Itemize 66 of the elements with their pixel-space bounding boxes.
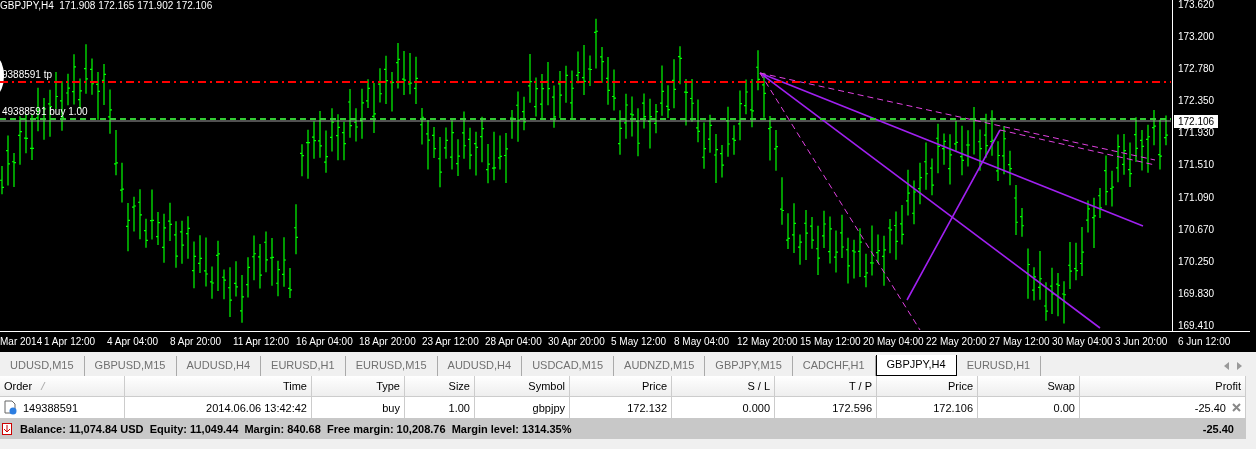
- column-header[interactable]: Profit: [1080, 376, 1246, 397]
- column-header[interactable]: Type: [312, 376, 405, 397]
- total-profit: -25.40: [1202, 422, 1234, 435]
- column-header[interactable]: S / L: [672, 376, 775, 397]
- time-axis-label: 22 May 20:00: [926, 336, 987, 350]
- price-axis-label: 172.350: [1178, 96, 1216, 107]
- column-header[interactable]: Price: [570, 376, 672, 397]
- time-axis-label: 20 May 04:00: [863, 336, 924, 350]
- column-header[interactable]: Price: [877, 376, 978, 397]
- time-axis-label: 18 Apr 20:00: [359, 336, 416, 350]
- time-axis-label: 27 May 12:00: [989, 336, 1050, 350]
- price-axis-label: 170.250: [1178, 256, 1216, 267]
- time-axis-label: 30 Apr 20:00: [548, 336, 605, 350]
- column-header[interactable]: Order: [0, 376, 125, 397]
- price-axis-label: 171.510: [1178, 160, 1216, 171]
- price-axis-label: 169.410: [1178, 320, 1216, 331]
- time-axis-label: 6 Jun 12:00: [1178, 336, 1231, 350]
- cell-text: 1.00: [448, 401, 470, 414]
- cell-text: 0.00: [1053, 401, 1075, 414]
- cell-text: 2014.06.06 13:42:42: [206, 401, 307, 414]
- column-header[interactable]: Swap: [978, 376, 1080, 397]
- account-summary-text: Balance: 11,074.84 USD Equity: 11,049.44 Margin: 840.68 Free margin: 10,208.76 Margin level: 1314.35%: [20, 422, 572, 435]
- time-axis-label: 4 Apr 04:00: [107, 336, 159, 350]
- column-header[interactable]: Time: [125, 376, 312, 397]
- chart-tab[interactable]: GBPJPY,H4: [875, 355, 957, 376]
- time-axis-label: 23 Apr 12:00: [422, 336, 479, 350]
- cell-text: buy: [382, 401, 400, 414]
- column-header[interactable]: T / P: [775, 376, 877, 397]
- cell-text: 149388591: [23, 401, 79, 414]
- sort-icon: [40, 382, 47, 390]
- time-axis-label: 1 Apr 12:00: [44, 336, 96, 350]
- price-axis-label: 172.780: [1178, 64, 1216, 75]
- scroll-right-icon[interactable]: [1237, 362, 1242, 370]
- order-marker-icon: [0, 58, 4, 94]
- time-axis-label: 30 May 04:00: [1052, 336, 1113, 350]
- time-axis-label: 28 Apr 04:00: [485, 336, 542, 350]
- time-axis-label: 5 May 12:00: [611, 336, 667, 350]
- close-icon[interactable]: [1232, 403, 1241, 412]
- price-axis-label: 171.090: [1178, 192, 1216, 203]
- time-axis-label: 15 May 12:00: [800, 336, 861, 350]
- time-axis-label: 12 May 20:00: [737, 336, 798, 350]
- price-axis-label: 170.670: [1178, 224, 1216, 235]
- cell-text: 172.132: [627, 401, 667, 414]
- time-axis-label: 11 Apr 12:00: [233, 336, 289, 350]
- cell-text: -25.40: [1194, 401, 1226, 414]
- time-axis-label: Mar 2014: [0, 336, 43, 350]
- arrow-down-icon: [2, 422, 12, 435]
- time-axis-label: 8 May 04:00: [674, 336, 730, 350]
- cell-text: 172.596: [832, 401, 872, 414]
- column-header[interactable]: Symbol: [475, 376, 570, 397]
- column-header[interactable]: Size: [405, 376, 475, 397]
- price-axis-label: 173.200: [1178, 32, 1216, 43]
- time-axis-label: 8 Apr 20:00: [170, 336, 222, 350]
- time-axis-label: 3 Jun 20:00: [1115, 336, 1168, 350]
- current-price-label: 172.106: [1174, 115, 1219, 128]
- document-icon: [4, 400, 17, 415]
- cell-text: gbpjpy: [532, 401, 565, 414]
- cell-text: 0.000: [742, 401, 770, 414]
- scroll-left-icon[interactable]: [1224, 362, 1229, 370]
- cell-text: 172.106: [933, 401, 973, 414]
- price-axis-label: 171.930: [1178, 128, 1216, 139]
- price-axis-label: 173.620: [1178, 0, 1216, 10]
- chart-title: GBPJPY,H4 171.908 172.165 171.902 172.106: [0, 0, 213, 11]
- price-axis-label: 169.830: [1178, 288, 1216, 299]
- time-axis-label: 16 Apr 04:00: [296, 336, 353, 350]
- column-header-label: Order: [4, 380, 33, 392]
